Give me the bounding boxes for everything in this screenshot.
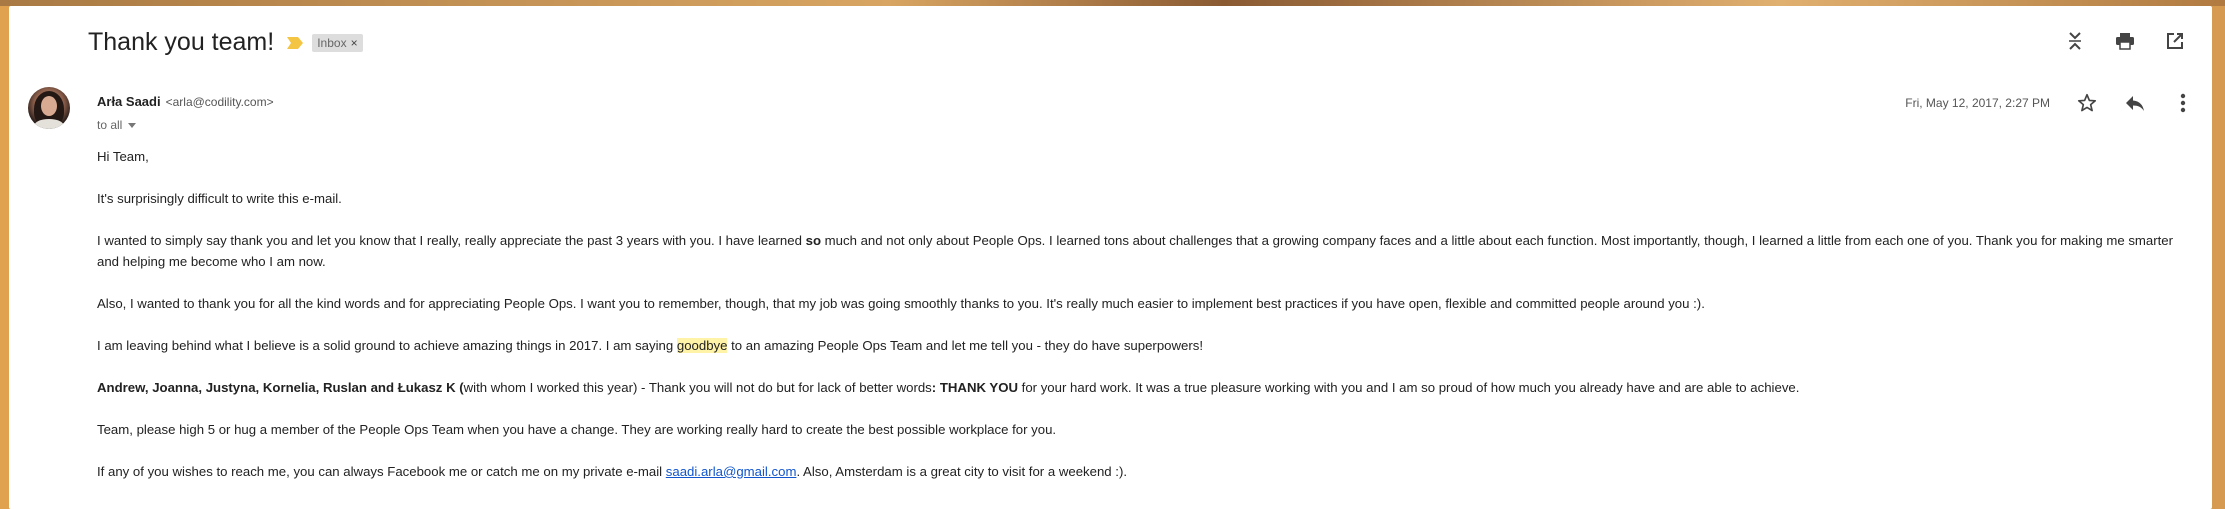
remove-label-button[interactable]: ×	[351, 36, 358, 50]
sender-row: Arła Saadi <arla@codility.com>	[97, 94, 274, 109]
recipients-text: to all	[97, 118, 123, 132]
paragraph-5: Andrew, Joanna, Justyna, Kornelia, Rusla…	[97, 380, 1800, 395]
sender-name[interactable]: Arła Saadi	[97, 94, 161, 109]
sender-avatar[interactable]	[28, 87, 70, 129]
highlighted-word: goodbye	[676, 338, 728, 353]
message-meta: Fri, May 12, 2017, 2:27 PM	[1905, 92, 2194, 114]
expand-all-icon[interactable]	[2064, 30, 2086, 52]
greeting: Hi Team,	[97, 149, 149, 164]
open-in-new-window-icon[interactable]	[2164, 30, 2186, 52]
subject-row: Thank you team! Inbox ×	[88, 28, 363, 57]
chevron-down-icon[interactable]	[128, 122, 137, 128]
star-icon[interactable]	[2076, 92, 2098, 114]
paragraph-1: It's surprisingly difficult to write thi…	[97, 191, 342, 206]
email-panel: Thank you team! Inbox × Arła Saadi <arla…	[9, 6, 2212, 509]
paragraph-3: Also, I wanted to thank you for all the …	[97, 296, 1705, 311]
reply-icon[interactable]	[2124, 92, 2146, 114]
message-date: Fri, May 12, 2017, 2:27 PM	[1905, 96, 2050, 110]
paragraph-7: If any of you wishes to reach me, you ca…	[97, 464, 1128, 479]
inbox-label-chip: Inbox ×	[312, 33, 363, 52]
paragraph-2: I wanted to simply say thank you and let…	[97, 233, 2174, 269]
paragraph-4: I am leaving behind what I believe is a …	[97, 338, 1203, 353]
message-body: Hi Team, It's surprisingly difficult to …	[97, 146, 2197, 503]
more-vert-icon[interactable]	[2172, 92, 2194, 114]
label-text: Inbox	[317, 35, 347, 50]
email-link[interactable]: saadi.arla@gmail.com	[666, 464, 797, 479]
email-subject: Thank you team!	[88, 28, 275, 56]
print-icon[interactable]	[2114, 30, 2136, 52]
importance-marker-icon[interactable]	[286, 36, 304, 50]
sender-email: <arla@codility.com>	[165, 95, 274, 109]
recipients-toggle[interactable]: to all	[97, 118, 137, 132]
paragraph-6: Team, please high 5 or hug a member of t…	[97, 422, 1057, 437]
thread-toolbar	[2064, 30, 2186, 52]
